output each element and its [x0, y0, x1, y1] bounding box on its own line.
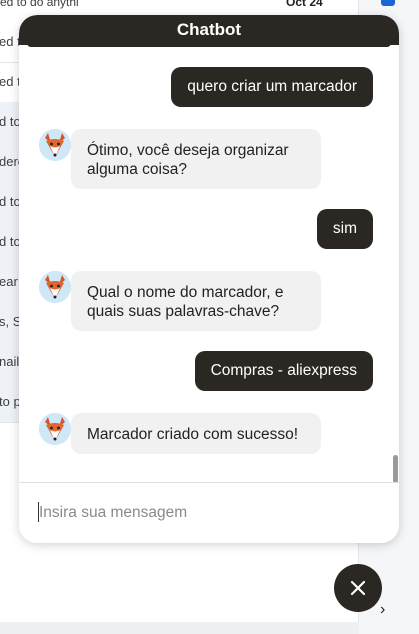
close-chat-button[interactable]: [334, 564, 382, 612]
message-text: sim: [332, 220, 357, 237]
message-text: Marcador criado com sucesso!: [87, 426, 299, 443]
email-snippet: ear: [0, 274, 18, 289]
user-message: quero criar um marcador: [171, 67, 373, 107]
fox-avatar-icon: [39, 413, 71, 445]
message-composer: [19, 482, 399, 543]
chatbot-header: Chatbot: [19, 15, 399, 45]
email-snippet: ed to do anythi: [0, 0, 79, 9]
message-input[interactable]: [37, 500, 381, 526]
user-message: Compras - aliexpress: [194, 351, 373, 391]
message-text: Ótimo, você deseja organizar alguma cois…: [87, 142, 289, 178]
message-list: quero criar um marcador Ótimo, você dese…: [19, 47, 399, 481]
fox-avatar-icon: [39, 129, 71, 161]
message-text: Qual o nome do marcador, e quais suas pa…: [87, 284, 284, 320]
message-text: Compras - aliexpress: [210, 362, 357, 379]
fox-avatar-icon: [39, 271, 71, 303]
close-icon: [350, 580, 366, 596]
email-snippet: ed t: [0, 74, 21, 89]
email-snippet: to p: [0, 394, 21, 409]
email-snippet: d to: [0, 194, 21, 209]
text-caret: [38, 502, 39, 522]
bot-message: Ótimo, você deseja organizar alguma cois…: [71, 129, 321, 189]
bot-message: Marcador criado com sucesso!: [71, 413, 321, 454]
email-date: Oct 24: [286, 0, 323, 9]
user-message: sim: [316, 209, 373, 249]
chatbot-title: Chatbot: [176, 20, 242, 39]
email-snippet: d to: [0, 114, 21, 129]
bot-message: Qual o nome do marcador, e quais suas pa…: [71, 271, 321, 331]
email-row[interactable]: ed to do anythi Oct 24: [0, 0, 358, 14]
email-snippet: ed t: [0, 34, 21, 49]
message-text: quero criar um marcador: [187, 78, 357, 95]
message-scrollbar[interactable]: [393, 455, 398, 483]
email-snippet: nail: [0, 354, 20, 369]
email-snippet: d to: [0, 234, 21, 249]
chevron-right-icon[interactable]: ›: [380, 601, 385, 619]
rail-app-icon[interactable]: [381, 0, 395, 6]
chatbot-panel: Chatbot quero criar um marcador Ótimo, v…: [19, 15, 399, 543]
